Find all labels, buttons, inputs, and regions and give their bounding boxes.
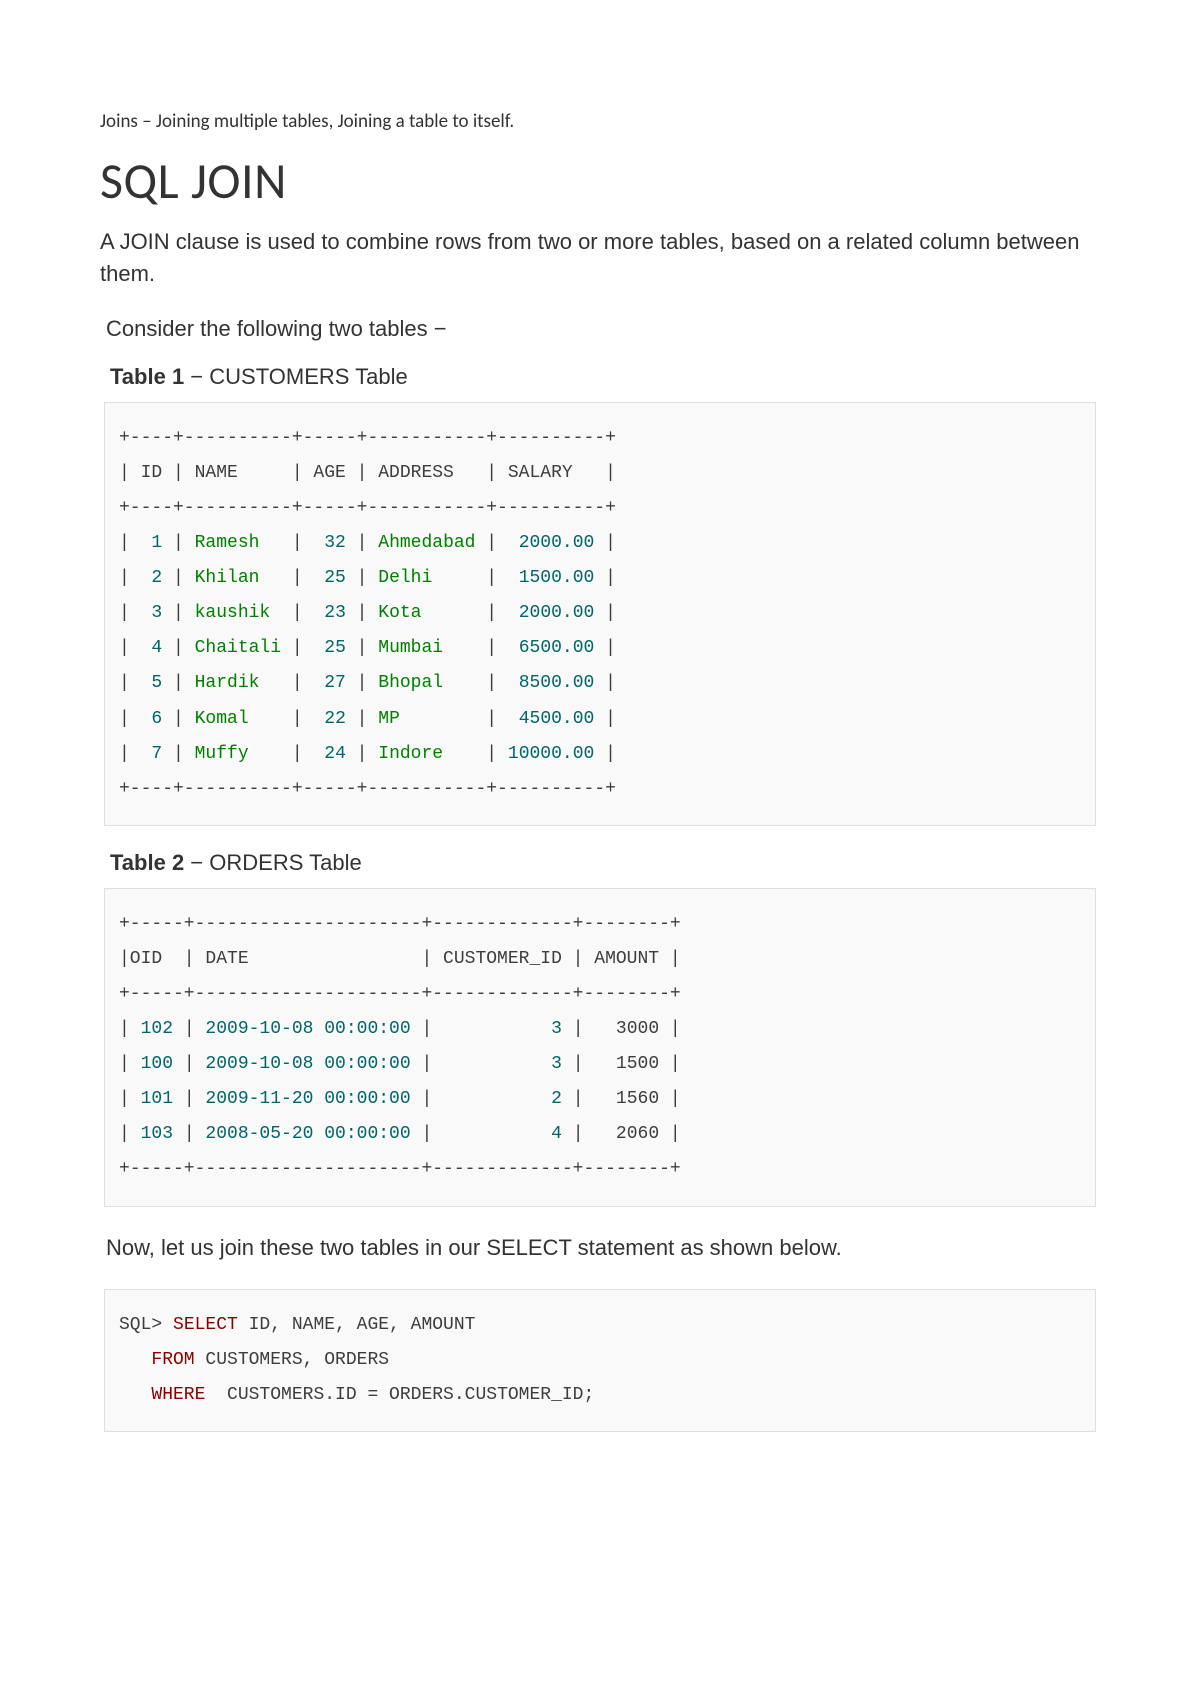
document-page: Joins – Joining multiple tables, Joining…	[0, 0, 1200, 1697]
pre-text: Joins – Joining multiple tables, Joining…	[100, 110, 1100, 133]
table1-caption: Table 1 − CUSTOMERS Table	[110, 364, 1100, 390]
sql-query: SQL> SELECT ID, NAME, AGE, AMOUNT FROM C…	[104, 1289, 1096, 1432]
page-title: SQL JOIN	[100, 151, 1100, 212]
orders-table: +-----+---------------------+-----------…	[104, 888, 1096, 1207]
join-paragraph: Now, let us join these two tables in our…	[106, 1231, 1094, 1265]
table2-caption-rest: − ORDERS Table	[184, 850, 362, 875]
customers-table: +----+----------+-----+-----------+-----…	[104, 402, 1096, 826]
table1-caption-rest: − CUSTOMERS Table	[184, 364, 408, 389]
table2-caption: Table 2 − ORDERS Table	[110, 850, 1100, 876]
consider-text: Consider the following two tables −	[106, 316, 1100, 342]
intro-paragraph: A JOIN clause is used to combine rows fr…	[100, 226, 1100, 290]
table2-caption-bold: Table 2	[110, 850, 184, 875]
table1-caption-bold: Table 1	[110, 364, 184, 389]
